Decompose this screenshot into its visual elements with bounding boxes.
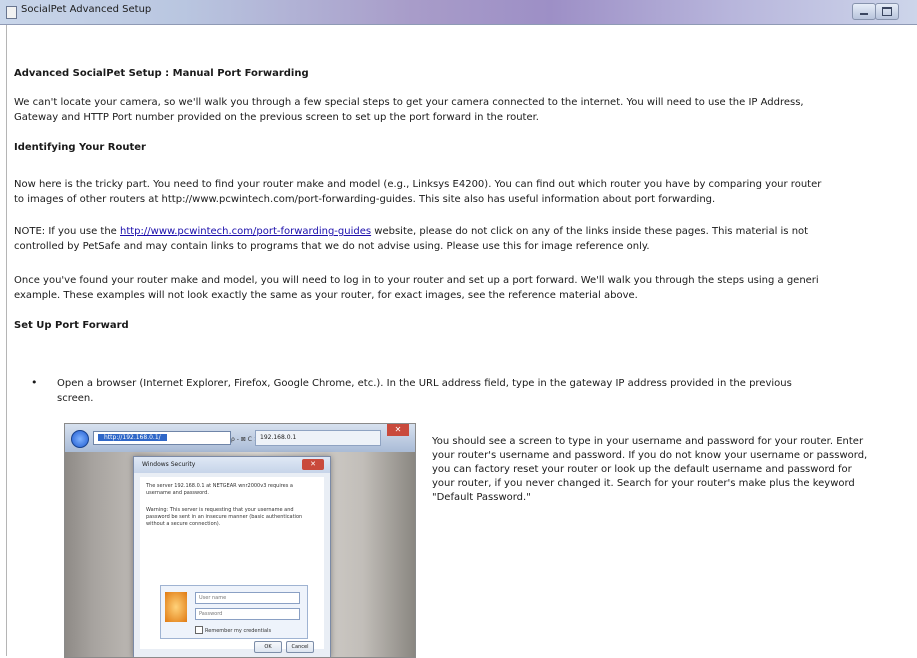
note-line-2: controlled by PetSafe and may contain li… [14, 241, 650, 252]
page-heading: Advanced SocialPet Setup : Manual Port F… [14, 68, 309, 79]
bullet-line-2: screen. [57, 393, 94, 404]
back-arrow-icon [71, 430, 89, 448]
bullet-marker: • [31, 376, 38, 389]
user-icon [165, 592, 187, 622]
remember-checkbox [195, 626, 203, 634]
window-title: SocialPet Advanced Setup [21, 4, 152, 15]
intro-line-1: We can't locate your camera, so we'll wa… [14, 97, 804, 108]
once-line-2: example. These examples will not look ex… [14, 290, 638, 301]
frame-border [6, 25, 7, 656]
dialog-body: The server 192.168.0.1 at NETGEAR wnr200… [140, 477, 324, 649]
note-prefix: NOTE: If you use the [14, 226, 120, 237]
side-text-line-2: your router's username and password. If … [432, 450, 868, 461]
side-text-line-1: You should see a screen to type in your … [432, 436, 864, 447]
side-text-line-3: you can factory reset your router or loo… [432, 464, 852, 475]
browser-address-bar: http://192.168.0.1/ [93, 431, 231, 445]
credentials-box: User name Password Remember my credentia… [160, 585, 308, 639]
intro-line-2: Gateway and HTTP Port number provided on… [14, 112, 539, 123]
note-suffix: website, please do not click on any of t… [371, 226, 809, 237]
window-titlebar: SocialPet Advanced Setup [0, 0, 917, 25]
browser-toolbar: http://192.168.0.1/ ρ - ⊠ C × 192.168.0.… [65, 424, 415, 452]
username-field: User name [195, 592, 300, 604]
section-heading-identify: Identifying Your Router [14, 142, 146, 153]
dialog-title: Windows Security [134, 457, 330, 473]
section-heading-port-forward: Set Up Port Forward [14, 320, 129, 331]
minimize-button[interactable] [852, 3, 876, 20]
note-line-1: NOTE: If you use the http://www.pcwintec… [14, 224, 914, 239]
side-text-line-4: your router, if you never changed it. Se… [432, 478, 855, 489]
close-icon: ✕ [387, 424, 409, 436]
dialog-cancel-button: Cancel [286, 641, 314, 653]
dialog-text-warning: Warning: This server is requesting that … [146, 507, 303, 527]
identify-line-1: Now here is the tricky part. You need to… [14, 179, 822, 190]
windows-security-dialog: Windows Security ✕ The server 192.168.0.… [133, 456, 331, 657]
dialog-text-server: The server 192.168.0.1 at NETGEAR wnr200… [146, 483, 293, 496]
bullet-line-1: Open a browser (Internet Explorer, Firef… [57, 378, 792, 389]
page-content: Advanced SocialPet Setup : Manual Port F… [0, 25, 917, 658]
once-line-1: Once you've found your router make and m… [14, 275, 819, 286]
password-field: Password [195, 608, 300, 620]
identify-line-2: to images of other routers at http://www… [14, 194, 716, 205]
browser-login-screenshot: http://192.168.0.1/ ρ - ⊠ C × 192.168.0.… [64, 423, 416, 658]
remember-label: Remember my credentials [205, 628, 272, 634]
maximize-button[interactable] [875, 3, 899, 20]
dialog-ok-button: OK [254, 641, 282, 653]
browser-tab: 192.168.0.1 [255, 430, 381, 446]
app-icon [6, 6, 17, 19]
dialog-close-icon: ✕ [302, 459, 324, 470]
pcwintech-link[interactable]: http://www.pcwintech.com/port-forwarding… [120, 226, 371, 237]
side-text-line-5: "Default Password." [432, 492, 531, 503]
